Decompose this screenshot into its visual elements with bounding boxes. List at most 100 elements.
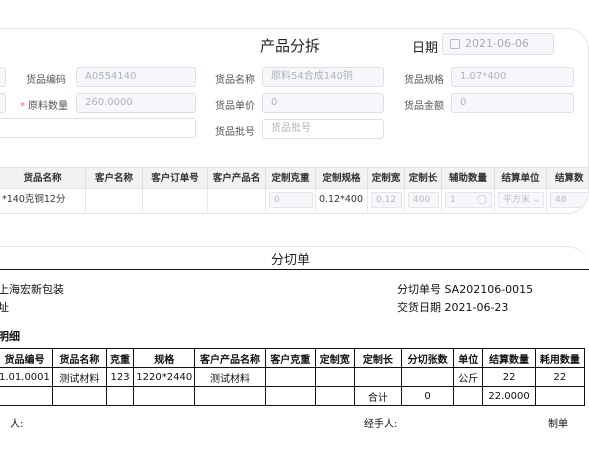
total-cell-4 — [133, 386, 196, 406]
cell-unit: 公斤 — [453, 367, 484, 387]
order-no: 分切单号 SA202106-0015 — [397, 281, 533, 297]
batch-no-input[interactable]: 货品批号 — [262, 119, 384, 139]
th-custom-length: 定制长 — [353, 348, 402, 368]
delivery-value: 2021-06-23 — [444, 301, 509, 314]
goods-name-input[interactable]: 原料54合成140铜 — [262, 67, 384, 87]
customer-name: 上海宏新包装 — [0, 283, 64, 296]
col-custom-spec: 定制规格 — [316, 168, 368, 190]
row-weight-cell: 0 — [266, 189, 316, 211]
row-spec: 0.12*400 — [316, 189, 368, 211]
date-picker[interactable]: 2021-06-06 — [442, 33, 554, 55]
footer-creator-label: 制单 — [548, 419, 568, 430]
row-settle-qty-cell: 48 — [547, 189, 588, 211]
goods-code-input[interactable]: A0554140 — [76, 67, 196, 87]
total-cell-3 — [105, 386, 135, 406]
amount-input[interactable]: 0 — [451, 93, 574, 113]
col-customer-name: 客户名称 — [86, 168, 143, 190]
date-value: 2021-06-06 — [465, 37, 529, 50]
row-width-input[interactable]: 0.12 — [371, 192, 402, 208]
goods-spec-label: 货品规格 — [404, 75, 444, 86]
th-settle-qty: 结算数量 — [482, 348, 536, 368]
row-weight-input[interactable]: 0 — [269, 192, 313, 208]
row-aux-qty-input[interactable]: 1 ◯ — [445, 192, 492, 208]
order-no-label: 分切单号 — [397, 283, 441, 296]
th-goods-no: 货品编号 — [0, 348, 53, 368]
product-split-form: 产品分拆 日期 2021-06-06 货品编码 A0554140 货品名称 原料… — [0, 28, 589, 214]
row-customer-order[interactable] — [143, 189, 208, 211]
cutting-sheet-preview: 分切单 上海宏新包装 分切单号 SA202106-0015 址 交货日期 202… — [0, 246, 589, 460]
raw-qty-label-text: 原料数量 — [28, 101, 68, 112]
amount-label: 货品金额 — [404, 101, 444, 112]
left-wide-input[interactable] — [0, 118, 196, 138]
total-label: 合计 — [353, 386, 402, 406]
cutting-detail-table: 货品编号 货品名称 克重 规格 客户产品名称 客户克重 定制宽 定制长 分切张数… — [0, 348, 586, 406]
total-cell-12 — [534, 386, 586, 406]
cell-customer-weight — [264, 367, 316, 387]
col-custom-width: 定制宽 — [368, 168, 405, 190]
order-no-value: SA202106-0015 — [444, 283, 534, 296]
row-settle-qty-input[interactable]: 48 — [550, 192, 588, 208]
batch-no-label: 货品批号 — [215, 127, 255, 138]
row-width-cell: 0.12 — [368, 189, 405, 211]
table-header-row: 货品编号 货品名称 克重 规格 客户产品名称 客户克重 定制宽 定制长 分切张数… — [0, 348, 586, 368]
goods-code-label: 货品编码 — [26, 75, 66, 86]
row-length-input[interactable]: 400 — [408, 192, 439, 208]
total-cell-1 — [0, 386, 53, 406]
th-cut-count: 分切张数 — [400, 348, 455, 368]
total-cell-2 — [51, 386, 107, 406]
left-cut-input-2[interactable] — [0, 93, 6, 113]
cell-custom-length — [353, 367, 402, 387]
col-customer-product: 客户产品名 — [208, 168, 266, 190]
cell-used-qty: 22 — [534, 367, 586, 387]
col-aux-qty: 辅助数量 — [442, 168, 495, 190]
delivery-date: 交货日期 2021-06-23 — [397, 299, 508, 315]
total-cell-10 — [453, 386, 484, 406]
col-customer-order: 客户订单号 — [143, 168, 208, 190]
date-label: 日期 — [412, 41, 439, 56]
cell-customer-product: 测试材料 — [194, 367, 266, 387]
row-customer-name[interactable] — [86, 189, 143, 211]
address-label: 址 — [0, 299, 9, 315]
lock-icon: ◯ — [476, 195, 487, 205]
unit-price-input[interactable]: 0 — [262, 93, 384, 113]
goods-name-label: 货品名称 — [215, 75, 255, 86]
col-goods-name: 货品名称 — [0, 168, 86, 190]
row-unit-cell: 平方米 ⌄ — [495, 189, 547, 211]
total-cell-5 — [194, 386, 266, 406]
col-settle-qty: 结算数 — [547, 168, 588, 190]
total-cell-6 — [264, 386, 316, 406]
col-custom-length: 定制长 — [405, 168, 442, 190]
footer-left-label: 人: — [10, 419, 24, 430]
th-weight: 克重 — [105, 348, 135, 368]
raw-qty-input[interactable]: 260.0000 — [76, 93, 196, 113]
cell-goods-name: 测试材料 — [51, 367, 107, 387]
title-divider — [0, 269, 589, 270]
footer-handler-label: 经手人: — [364, 419, 398, 430]
goods-spec-input[interactable]: 1.07*400 — [451, 67, 574, 87]
table-total-row: 合计 0 22.0000 — [0, 386, 586, 406]
total-settle-qty: 22.0000 — [482, 386, 536, 406]
th-goods-name: 货品名称 — [51, 348, 107, 368]
cell-weight: 123 — [105, 367, 135, 387]
row-length-cell: 400 — [405, 189, 442, 211]
row-unit-value: 平方米 — [503, 195, 531, 205]
left-cut-input-1[interactable] — [0, 67, 6, 87]
row-customer-product[interactable] — [208, 189, 266, 211]
row-aux-qty-cell: 1 ◯ — [442, 189, 495, 211]
th-customer-product: 客户产品名称 — [194, 348, 266, 368]
row-unit-select[interactable]: 平方米 ⌄ — [498, 192, 544, 208]
th-custom-width: 定制宽 — [314, 348, 355, 368]
th-customer-weight: 客户克重 — [264, 348, 316, 368]
form-title: 产品分拆 — [260, 37, 321, 55]
raw-qty-label: * 原料数量 — [20, 97, 68, 112]
unit-price-label: 货品单价 — [215, 101, 255, 112]
required-mark: * — [20, 101, 25, 112]
cell-spec: 1220*2440 — [133, 367, 196, 387]
cell-goods-no: 1.01.0001 — [0, 367, 53, 387]
section-title: 明细 — [0, 330, 20, 343]
total-cut-count: 0 — [400, 386, 455, 406]
cell-cut-count — [400, 367, 455, 387]
sheet-title: 分切单 — [271, 253, 311, 268]
detail-table-row: *140克铜12分 0 0.12*400 0.12 400 1 ◯ 平方米 ⌄ … — [0, 189, 588, 211]
col-settle-unit: 结算单位 — [495, 168, 547, 190]
